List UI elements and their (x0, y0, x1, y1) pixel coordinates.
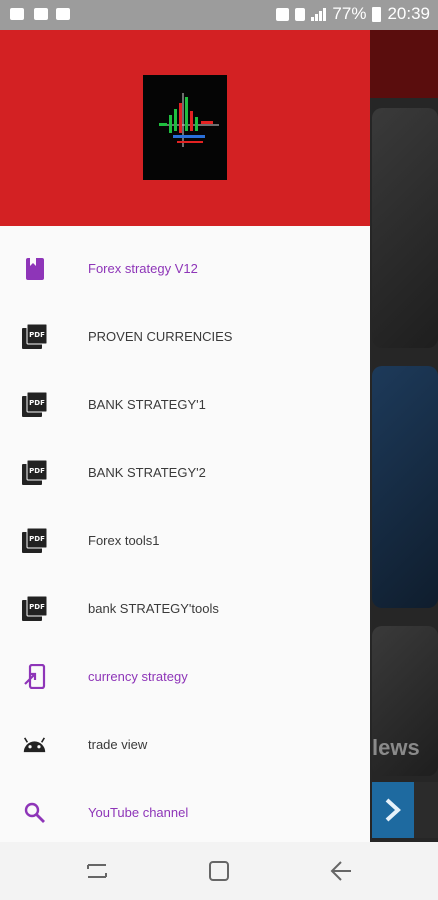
image-icon (56, 8, 70, 20)
menu-item-label: trade view (88, 736, 148, 752)
navigation-drawer: Forex strategy V12 PDF PROVEN CURRENCIES… (0, 30, 370, 842)
chevron-right-icon (385, 798, 401, 822)
svg-text:PDF: PDF (29, 467, 45, 475)
menu-item-bank-strategy-tools[interactable]: PDF bank STRATEGY'tools (0, 574, 370, 642)
data-icon (295, 7, 306, 21)
pdf-icon: PDF (22, 392, 47, 417)
open-app-icon (22, 664, 47, 689)
pdf-icon: PDF (22, 460, 47, 485)
menu-item-forex-tools1[interactable]: PDF Forex tools1 (0, 506, 370, 574)
notification-icon (34, 8, 48, 20)
background-card (372, 108, 438, 348)
menu-item-bank-strategy-1[interactable]: PDF BANK STRATEGY'1 (0, 370, 370, 438)
pdf-icon: PDF (22, 324, 47, 349)
svg-text:PDF: PDF (29, 331, 45, 339)
menu-item-label: Forex tools1 (88, 532, 160, 548)
home-button[interactable] (206, 858, 232, 884)
pdf-icon: PDF (22, 528, 47, 553)
drawer-header (0, 30, 370, 226)
menu-item-label: Forex strategy V12 (88, 260, 198, 276)
back-button[interactable] (328, 858, 354, 884)
menu-item-trade-view[interactable]: trade view (0, 710, 370, 778)
menu-item-label: currency strategy (88, 668, 188, 684)
background-toolbar (370, 30, 438, 98)
android-icon (22, 732, 47, 757)
drawer-menu: Forex strategy V12 PDF PROVEN CURRENCIES… (0, 234, 370, 846)
menu-item-bank-strategy-2[interactable]: PDF BANK STRATEGY'2 (0, 438, 370, 506)
clock: 20:39 (387, 4, 430, 23)
app-logo (143, 75, 227, 180)
menu-item-label: PROVEN CURRENCIES (88, 328, 233, 344)
forex-chart-logo-icon (143, 75, 227, 180)
battery-percent: 77% (332, 4, 367, 23)
menu-item-label: bank STRATEGY'tools (88, 600, 219, 616)
svg-text:PDF: PDF (29, 603, 45, 611)
menu-item-currency-strategy[interactable]: currency strategy (0, 642, 370, 710)
book-icon (22, 256, 47, 281)
back-arrow-icon (330, 861, 351, 881)
background-card (372, 366, 438, 608)
home-icon (209, 861, 229, 881)
background-news-label: lews (372, 735, 420, 760)
menu-item-forex-strategy-v12[interactable]: Forex strategy V12 (0, 234, 370, 302)
recent-apps-button[interactable] (84, 858, 110, 884)
svg-text:PDF: PDF (29, 535, 45, 543)
menu-item-label: BANK STRATEGY'2 (88, 464, 206, 480)
svg-text:PDF: PDF (29, 399, 45, 407)
background-next-button[interactable] (372, 782, 414, 838)
menu-item-youtube-channel[interactable]: YouTube channel (0, 778, 370, 846)
search-icon (22, 800, 47, 825)
battery-icon (372, 6, 382, 22)
pdf-icon: PDF (22, 596, 47, 621)
menu-item-proven-currencies[interactable]: PDF PROVEN CURRENCIES (0, 302, 370, 370)
system-navigation-bar (0, 842, 438, 900)
menu-item-label: BANK STRATEGY'1 (88, 396, 206, 412)
recent-apps-icon (87, 864, 107, 878)
signal-icon (311, 7, 327, 21)
background-panel (414, 782, 438, 838)
alarm-icon (276, 7, 290, 21)
menu-item-label: YouTube channel (88, 804, 189, 820)
status-bar: 77% 20:39 (0, 0, 438, 30)
gallery-icon (10, 8, 24, 20)
